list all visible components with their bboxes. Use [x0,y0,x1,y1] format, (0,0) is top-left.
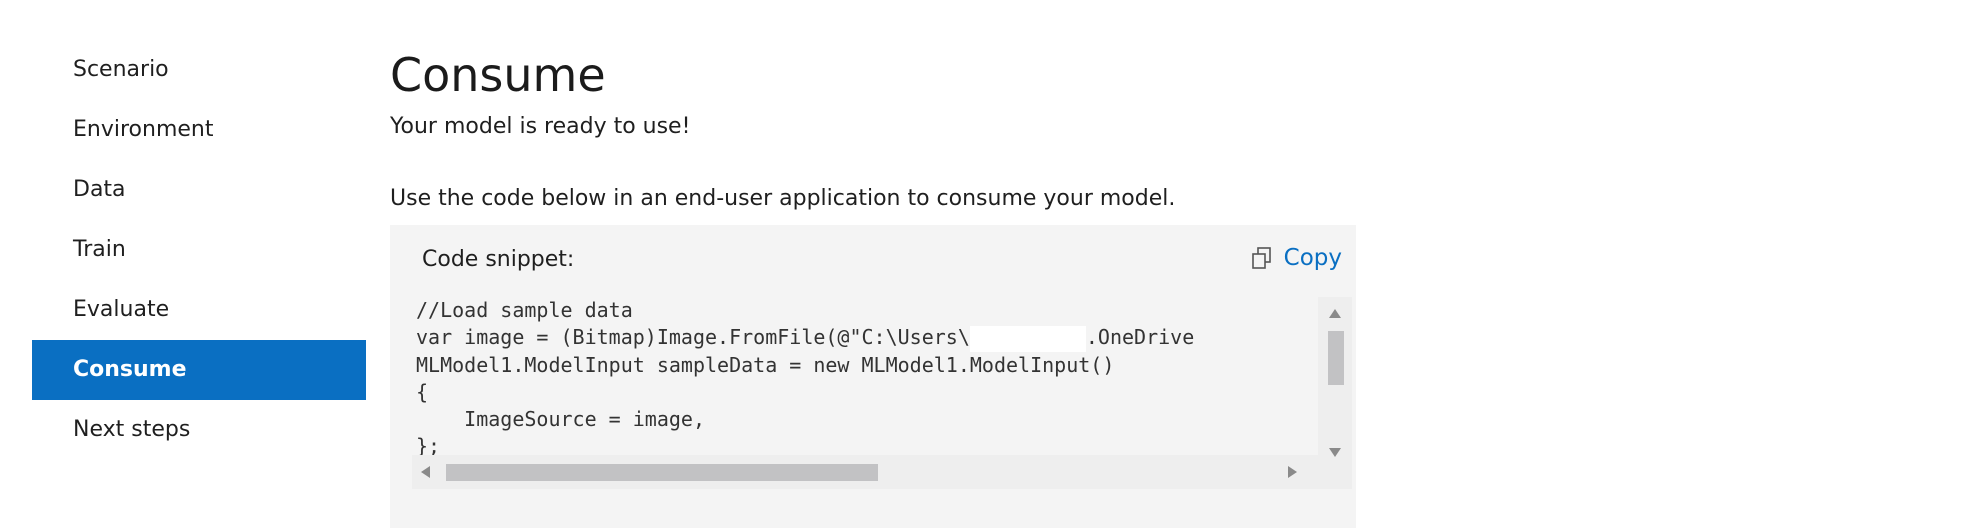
scroll-right-arrow-icon[interactable] [1286,465,1300,479]
code-line: //Load sample data [416,298,633,322]
code-snippet-label: Code snippet: [422,247,575,272]
redacted-region [969,325,1086,352]
main-content: Consume Your model is ready to use! Use … [390,42,1175,211]
code-snippet-panel: Code snippet: Copy //Load sample data va… [390,225,1356,528]
code-text: var image = (Bitmap)Image.FromFile(@"C:\… [416,325,970,349]
code-line: ImageSource = image, [416,406,705,431]
sidebar-nav: Scenario Environment Data Train Evaluate… [32,40,366,460]
page-title: Consume [390,48,606,102]
sidebar-item-scenario[interactable]: Scenario [32,40,366,100]
horizontal-scrollbar[interactable] [412,455,1318,489]
code-text: .OneDrive [1085,325,1195,349]
code-line: MLModel1.ModelInput sampleData = new MLM… [416,352,1115,377]
ready-message: Your model is ready to use! [390,114,691,139]
copy-button[interactable]: Copy [1250,245,1342,271]
code-line: { [416,379,429,404]
page: Scenario Environment Data Train Evaluate… [0,0,1986,532]
code-line: var image = (Bitmap)Image.FromFile(@"C:\… [416,324,1316,352]
vertical-scrollbar[interactable] [1318,297,1352,489]
sidebar-item-next-steps[interactable]: Next steps [32,400,366,460]
sidebar-item-data[interactable]: Data [32,160,366,220]
scroll-left-arrow-icon[interactable] [418,465,432,479]
instruction-text: Use the code below in an end-user applic… [390,186,1176,211]
scroll-up-arrow-icon[interactable] [1328,307,1342,321]
copy-icon [1251,247,1271,269]
scroll-down-arrow-icon[interactable] [1328,445,1342,459]
vertical-scroll-thumb[interactable] [1328,331,1344,385]
sidebar-item-evaluate[interactable]: Evaluate [32,280,366,340]
sidebar-item-consume[interactable]: Consume [32,340,366,400]
copy-label: Copy [1283,245,1342,271]
sidebar-item-environment[interactable]: Environment [32,100,366,160]
code-block[interactable]: //Load sample data var image = (Bitmap)I… [416,297,1316,459]
sidebar-item-train[interactable]: Train [32,220,366,280]
horizontal-scroll-thumb[interactable] [446,464,878,481]
